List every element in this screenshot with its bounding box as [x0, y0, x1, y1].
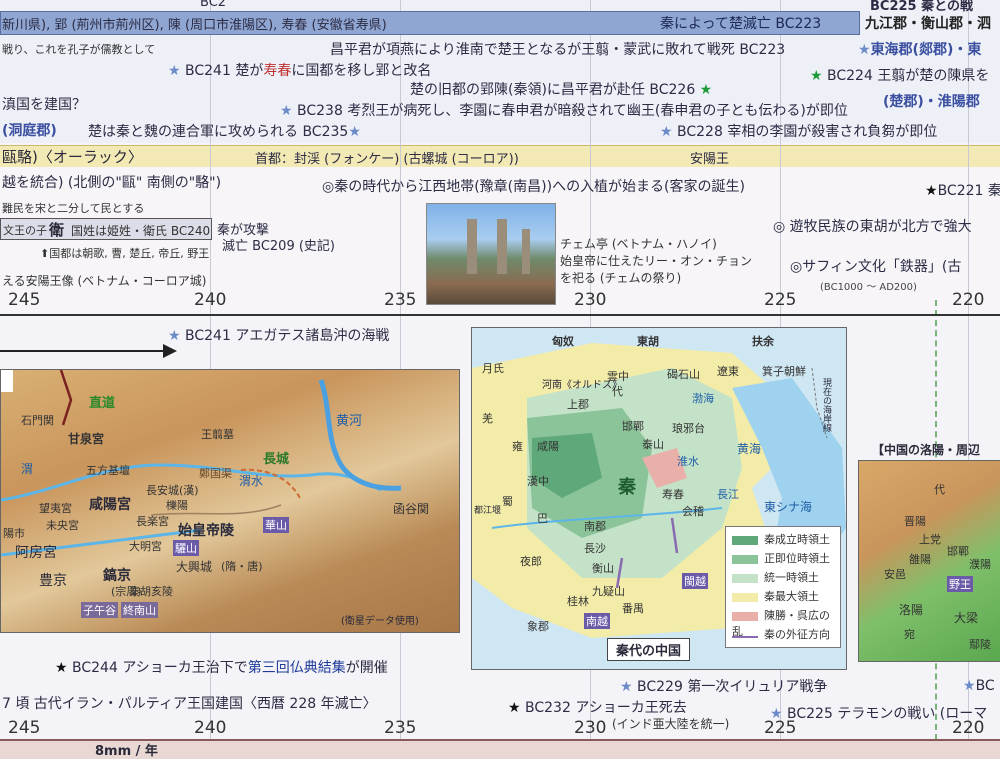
photo-caption-3: を祀る (チェムの祭り) [560, 271, 682, 285]
luoyang-region-map: 代 晋陽 上党 安邑 邯鄲 濮陽 雒陽 洛陽 大梁 宛 野王 鄢陵 [858, 460, 1000, 662]
star-icon: ★ [508, 700, 526, 716]
qin-map-title: 秦代の中国 [607, 638, 691, 661]
top-row2-mid: 昌平君が項燕により淮南で楚王となるが王翦・蒙武に敗れて戦死 BC223 [330, 42, 786, 58]
chu-fall-label: 秦によって楚滅亡 BC223 [660, 16, 822, 32]
top-row4-right: (楚郡)・淮陽郡 [883, 94, 980, 110]
top-row3-right: ★ BC224 王翦が楚の陳県を [810, 68, 990, 84]
top-row5-mid: ★ BC238 考烈王が病死し、李園に春申君が暗殺されて幽王(春申君の子とも伝わ… [280, 103, 848, 119]
qin-china-map: 匈奴 東胡 扶余 月氏 雲中 代 羌 河南《オルドス》 上郡 邯鄲 遼東 箕子朝… [471, 327, 847, 670]
ashoka-council: ★ BC244 アショーカ王治下で第三回仏典結集が開催 [55, 660, 388, 676]
top-row1-right: 九江郡・衡山郡・泗 [865, 16, 991, 32]
star-icon: ★ [963, 678, 976, 694]
legend-item: 秦の外征方向 [732, 626, 840, 645]
top-row6-left: 楚は秦と魏の連合軍に攻められる BC235★ [88, 124, 361, 140]
illyrian-war: ★ BC229 第一次イリュリア戦争 [620, 679, 828, 695]
star-icon: ★ [168, 63, 186, 79]
legend-item: 秦最大領土 [732, 588, 840, 607]
lower-l5-left: える安陽王像 (ベトナム・コーロア城) [2, 274, 207, 288]
year-label: 220 [952, 718, 985, 738]
top-row2-right: ★東海郡(郯郡)・東 [858, 42, 982, 58]
band-right: 安陽王 [690, 152, 730, 167]
top-row0-right: BC225 秦との戦 [870, 0, 973, 14]
top-row2-left: 戦り、これを孔子が儒教として [2, 43, 156, 56]
photo-caption-1: チェム亭 (ベトナム・ハノイ) [560, 237, 717, 251]
top-row1-left: 新川県), 郢 (荊州市荊州区), 陳 (周口市淮陽区), 寿春 (安徽省寿県) [2, 18, 387, 33]
lower-l1: 越を統合) (北側の"甌" 南側の"駱") [2, 175, 222, 191]
wei-note2: 滅亡 BC209 (史記) [222, 239, 335, 254]
luoyang-map-title: 【中国の洛陽・周辺 [872, 443, 981, 457]
legend-item: 正即位時領土 [732, 550, 840, 569]
star-icon: ★ [55, 660, 73, 676]
ashoka-death: ★ BC232 アショーカ王死去 [508, 700, 687, 716]
top-row3: ★ BC241 楚が寿春に国都を移し郢と改名 [168, 63, 432, 79]
legend-item: 秦成立時領土 [732, 531, 840, 550]
wei-arrow-note: ⬆国都は朝歌, 曹, 楚丘, 帝丘, 野王 [40, 247, 210, 260]
arrow-head-icon [163, 344, 177, 358]
legend-item: 統一時領土 [732, 569, 840, 588]
qin-map-legend: 秦成立時領土 正即位時領土 統一時領土 秦最大領土 陳勝・呉広の乱 秦の外征方向 [725, 526, 841, 648]
top-row4-left: 滇国を建国？ [2, 97, 86, 113]
star-icon: ★ [660, 124, 678, 140]
top-row5-left: (洞庭郡) [2, 123, 57, 139]
top-row6-right: ★ BC228 宰相の李園が殺害され負芻が即位 [660, 124, 938, 140]
xianyang-region-map: 直道 石門関 甘泉宮 王翦墓 五方基壇 鄭国渠 長城 黄河 渭水 長安城(漢) … [0, 369, 460, 633]
lower-l2: 難民を宋と二分して民とする [2, 202, 145, 215]
year-label: 220 [952, 290, 985, 310]
year-label: 240 [194, 718, 227, 738]
lower-l4-right-sub: (BC1000 ～ AD200) [820, 282, 917, 293]
band-mid: 首都：封渓 (フォンケー) (古螺城 (コーロア)) [255, 152, 519, 167]
star-icon: ★ [695, 82, 713, 98]
year-label: 245 [8, 290, 41, 310]
top-row4-mid: 楚の旧都の郢陳(秦領)に昌平君が赴任 BC226 ★ [410, 82, 713, 98]
year-label: 245 [8, 718, 41, 738]
year-label: 225 [764, 718, 797, 738]
star-icon: ★ [620, 679, 638, 695]
lower-l4-right: ◎サフィン文化「鉄器」(古 [790, 259, 962, 275]
right-edge-event: ★BC [963, 678, 995, 694]
naval-battle: ★ BC241 アエガテス諸島沖の海戦 [168, 328, 390, 344]
photo-caption-2: 始皇帝に仕えたリー・オン・チョン [560, 254, 753, 268]
year-label: 235 [384, 290, 417, 310]
star-icon: ★ [168, 328, 186, 344]
arrow-line [0, 350, 165, 352]
parthia-event: 7 頃 古代イラン・パルティア王国建国〈西暦 228 年滅亡〉 [2, 696, 377, 712]
star-icon: ★ [858, 42, 871, 58]
year-label: 230 [574, 718, 607, 738]
lower-l1-right: ★BC221 秦 [925, 183, 1000, 199]
band-left: 甌駱)〈オーラック〉 [2, 148, 143, 166]
star-icon: ★ [348, 124, 361, 140]
wei-box: 文王の子 衛 国姓は姫姓・衛氏 BC240 [0, 218, 212, 240]
legend-item: 陳勝・呉広の乱 [732, 609, 830, 638]
chem-temple-photo [426, 203, 556, 305]
top-row0-left: BC2 [200, 0, 227, 10]
star-icon: ★ [925, 183, 938, 199]
year-label: 225 [764, 290, 797, 310]
star-icon: ★ [810, 68, 828, 84]
year-label: 235 [384, 718, 417, 738]
scale-label: 8mm / 年 [95, 744, 158, 759]
year-label: 240 [194, 290, 227, 310]
star-icon: ★ [280, 103, 298, 119]
section-divider [0, 314, 1000, 316]
ashoka-death-sub: (インド亜大陸を統一) [612, 717, 730, 731]
lower-l1-mid: ◎秦の時代から江西地帯(豫章(南昌))への入植が始まる(客家の誕生) [322, 179, 745, 195]
lower-l2-right: ◎ 遊牧民族の東胡が北方で強大 [773, 219, 972, 235]
year-label: 230 [574, 290, 607, 310]
